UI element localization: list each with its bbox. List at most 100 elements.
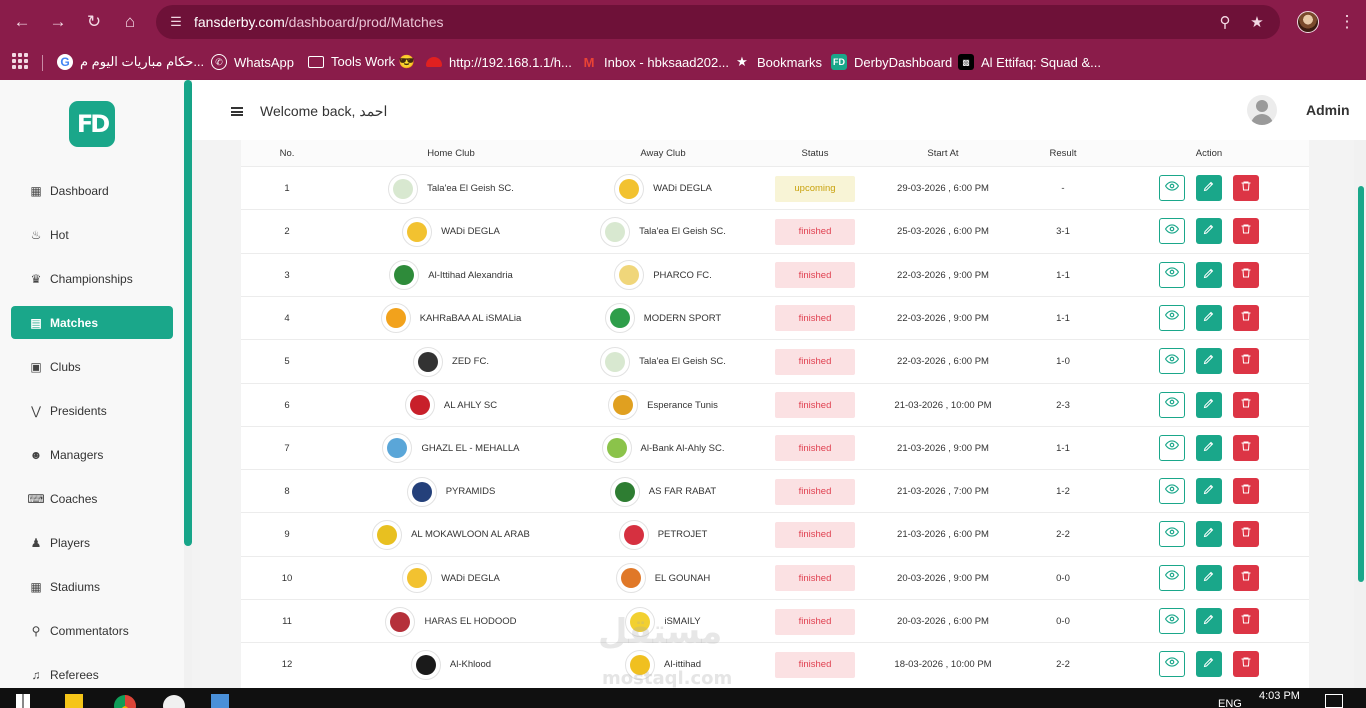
home-club[interactable]: Al-Khlood (341, 643, 561, 686)
delete-button[interactable] (1233, 218, 1259, 245)
sidebar-item-stadiums[interactable]: ▦ Stadiums (11, 570, 173, 603)
away-club[interactable]: Al-Bank Al-Ahly SC. (563, 427, 763, 470)
url-text[interactable]: fansderby.com/dashboard/prod/Matches (194, 14, 444, 30)
bookmark-whatsapp[interactable]: ✆ WhatsApp (211, 50, 294, 74)
home-club[interactable]: ZED FC. (341, 340, 561, 383)
view-button[interactable] (1159, 218, 1185, 245)
edit-button[interactable] (1196, 175, 1222, 201)
admin-name[interactable]: Admin (1306, 102, 1350, 118)
edit-button[interactable] (1196, 651, 1222, 678)
view-button[interactable] (1159, 608, 1185, 634)
app-icon[interactable] (163, 695, 185, 708)
sidebar-item-clubs[interactable]: ▣ Clubs (11, 350, 173, 383)
view-button[interactable] (1159, 175, 1185, 201)
view-button[interactable] (1159, 391, 1185, 418)
delete-button[interactable] (1233, 391, 1259, 418)
windows-start-icon[interactable] (16, 694, 30, 708)
home-club[interactable]: WADi DEGLA (341, 210, 561, 253)
main-scrollbar-thumb[interactable] (1358, 186, 1364, 582)
delete-button[interactable] (1233, 521, 1259, 548)
bookmark-star-icon[interactable]: ★ (1248, 13, 1266, 31)
view-button[interactable] (1159, 478, 1185, 505)
away-club[interactable]: WADi DEGLA (563, 167, 763, 210)
edit-button[interactable] (1196, 608, 1222, 634)
view-button[interactable] (1159, 651, 1185, 678)
back-arrow-icon[interactable]: ← (11, 11, 33, 33)
home-club[interactable]: AL AHLY SC (341, 384, 561, 427)
hamburger-menu-icon[interactable] (231, 107, 243, 116)
edit-button[interactable] (1196, 348, 1222, 375)
edit-button[interactable] (1196, 391, 1222, 418)
away-club[interactable]: EL GOUNAH (563, 557, 763, 600)
view-button[interactable] (1159, 564, 1185, 591)
avatar[interactable] (1247, 95, 1277, 125)
main-scrollbar[interactable] (1354, 140, 1366, 688)
home-club[interactable]: KAHRaBAA AL iSMALia (341, 297, 561, 340)
home-club[interactable]: GHAZL EL - MEHALLA (341, 427, 561, 470)
sidebar-item-coaches[interactable]: ⌨ Coaches (11, 482, 173, 515)
home-club[interactable]: Al-Ittihad Alexandria (341, 254, 561, 297)
away-club[interactable]: AS FAR RABAT (563, 470, 763, 513)
sidebar-item-commentators[interactable]: ⚲ Commentators (11, 614, 173, 647)
document-app-icon[interactable] (211, 694, 229, 708)
view-button[interactable] (1159, 261, 1185, 288)
language-indicator[interactable]: ENG (1218, 698, 1242, 708)
file-explorer-icon[interactable] (65, 694, 83, 708)
edit-button[interactable] (1196, 304, 1222, 331)
delete-button[interactable] (1233, 564, 1259, 591)
home-club[interactable]: PYRAMIDS (341, 470, 561, 513)
away-club[interactable]: Tala'ea El Geish SC. (563, 340, 763, 383)
apps-grid-icon[interactable] (12, 53, 28, 69)
view-button[interactable] (1159, 304, 1185, 331)
sidebar-item-referees[interactable]: ♫ Referees (11, 658, 173, 691)
edit-button[interactable] (1196, 434, 1222, 461)
away-club[interactable]: MODERN SPORT (563, 297, 763, 340)
delete-button[interactable] (1233, 261, 1259, 288)
delete-button[interactable] (1233, 348, 1259, 375)
forward-arrow-icon[interactable]: → (47, 11, 69, 33)
edit-button[interactable] (1196, 261, 1222, 288)
sidebar-item-matches[interactable]: ▤ Matches (11, 306, 173, 339)
app-logo[interactable]: FD (69, 101, 115, 147)
edit-button[interactable] (1196, 218, 1222, 245)
view-button[interactable] (1159, 348, 1185, 375)
bookmark-derby-dashboard[interactable]: FD DerbyDashboard (831, 50, 952, 74)
home-club[interactable]: HARAS EL HODOOD (341, 600, 561, 643)
clock[interactable]: 4:03 PM (1259, 690, 1300, 702)
edit-button[interactable] (1196, 521, 1222, 548)
sidebar-item-hot[interactable]: ♨ Hot (11, 218, 173, 251)
edit-button[interactable] (1196, 564, 1222, 591)
sidebar-scrollbar[interactable] (184, 80, 192, 688)
away-club[interactable]: Al-ittihad (563, 643, 763, 686)
address-bar[interactable]: ☰ fansderby.com/dashboard/prod/Matches ⚲… (156, 5, 1280, 39)
bookmark-tools-work[interactable]: Tools Work 😎 (308, 50, 415, 74)
away-club[interactable]: Tala'ea El Geish SC. (563, 210, 763, 253)
sidebar-item-championships[interactable]: ♛ Championships (11, 262, 173, 295)
chrome-icon[interactable] (114, 695, 136, 708)
bookmark-gmail[interactable]: M Inbox - hbksaad202... (581, 50, 729, 74)
away-club[interactable]: iSMAILY (563, 600, 763, 643)
notifications-icon[interactable] (1325, 694, 1343, 708)
zoom-search-icon[interactable]: ⚲ (1216, 13, 1234, 31)
sidebar-item-players[interactable]: ♟ Players (11, 526, 173, 559)
delete-button[interactable] (1233, 651, 1259, 678)
browser-menu-icon[interactable]: ⋮ (1336, 10, 1358, 34)
delete-button[interactable] (1233, 608, 1259, 634)
home-club[interactable]: AL MOKAWLOON AL ARAB (341, 513, 561, 556)
delete-button[interactable] (1233, 304, 1259, 331)
bookmark-router[interactable]: http://192.168.1.1/h... (426, 50, 572, 74)
delete-button[interactable] (1233, 434, 1259, 461)
sidebar-scrollbar-thumb[interactable] (184, 80, 192, 546)
edit-button[interactable] (1196, 478, 1222, 505)
home-club[interactable]: Tala'ea El Geish SC. (341, 167, 561, 210)
site-info-icon[interactable]: ☰ (168, 14, 184, 30)
away-club[interactable]: Esperance Tunis (563, 384, 763, 427)
view-button[interactable] (1159, 521, 1185, 548)
home-icon[interactable]: ⌂ (119, 11, 141, 33)
view-button[interactable] (1159, 434, 1185, 461)
away-club[interactable]: PHARCO FC. (563, 254, 763, 297)
sidebar-item-managers[interactable]: ☻ Managers (11, 438, 173, 471)
bookmark-referees[interactable]: G حكام مباريات اليوم م... (57, 50, 204, 74)
delete-button[interactable] (1233, 175, 1259, 201)
reload-icon[interactable]: ↻ (83, 11, 105, 33)
